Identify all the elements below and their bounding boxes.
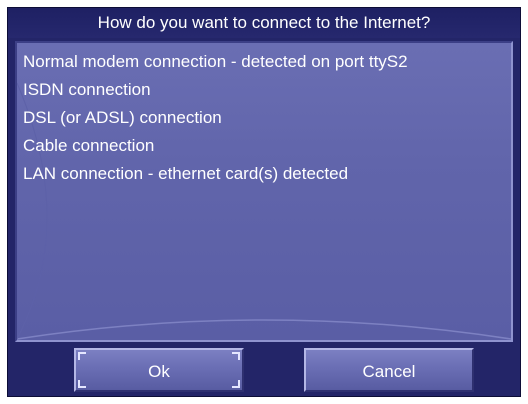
option-cable[interactable]: Cable connection: [23, 132, 408, 160]
connection-options-list[interactable]: Normal modem connection - detected on po…: [15, 41, 513, 342]
ok-button[interactable]: Ok: [74, 348, 244, 392]
dialog-title: How do you want to connect to the Intern…: [8, 8, 520, 38]
focus-corner-bottom-left: [78, 380, 86, 388]
option-dsl[interactable]: DSL (or ADSL) connection: [23, 104, 408, 132]
button-row: Ok Cancel: [8, 345, 520, 396]
cancel-button-label: Cancel: [362, 362, 416, 381]
cancel-button[interactable]: Cancel: [304, 348, 474, 392]
option-isdn[interactable]: ISDN connection: [23, 76, 408, 104]
ok-button-label: Ok: [148, 362, 170, 381]
option-normal-modem[interactable]: Normal modem connection - detected on po…: [23, 48, 408, 76]
focus-corner-top-left: [78, 352, 86, 360]
focus-corner-top-right: [232, 352, 240, 360]
focus-corner-bottom-right: [232, 380, 240, 388]
option-lan[interactable]: LAN connection - ethernet card(s) detect…: [23, 160, 408, 188]
connection-dialog: How do you want to connect to the Intern…: [7, 7, 521, 397]
